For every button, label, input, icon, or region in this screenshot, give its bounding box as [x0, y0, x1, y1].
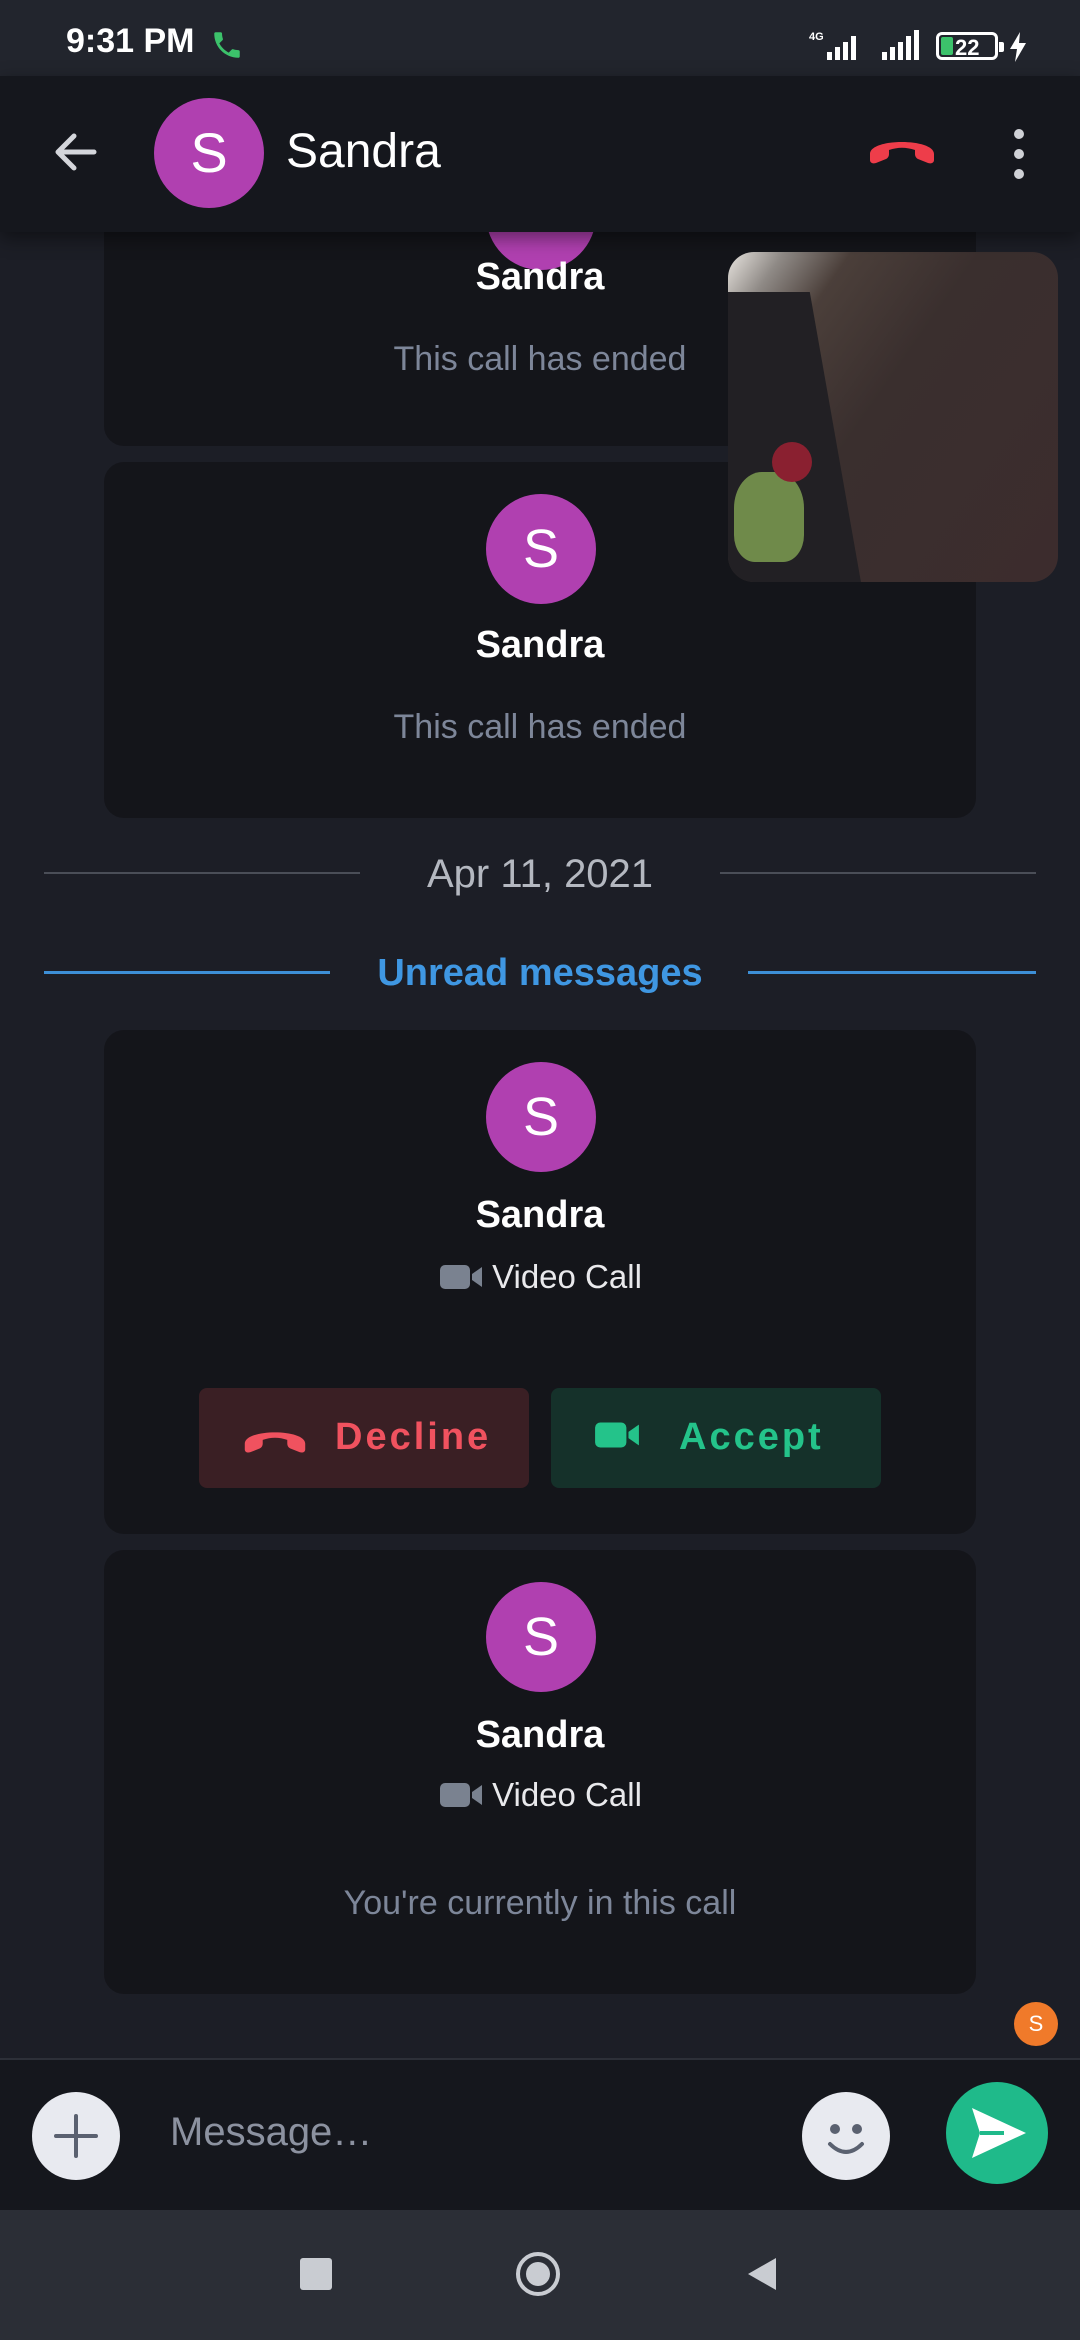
message-composer: Message… — [0, 2058, 1080, 2212]
call-type: Video Call — [104, 1258, 976, 1296]
charging-bolt-icon — [1010, 32, 1026, 62]
contact-name[interactable]: Sandra — [286, 124, 441, 179]
status-time: 9:31 PM — [66, 22, 195, 60]
accept-button[interactable]: Accept — [551, 1388, 881, 1488]
system-nav-bar — [0, 2210, 1080, 2340]
decline-button[interactable]: Decline — [199, 1388, 529, 1488]
status-bar: 9:31 PM 4G 22 — [0, 0, 1080, 76]
battery-icon: 22 — [936, 32, 1004, 60]
video-camera-icon — [440, 1783, 483, 1807]
call-type-label: Video Call — [492, 1776, 642, 1813]
read-receipt-avatar: S — [1014, 2002, 1058, 2046]
caller-name: Sandra — [475, 1714, 605, 1756]
chat-header: S Sandra — [0, 76, 1080, 232]
avatar[interactable]: S — [154, 98, 264, 208]
attach-button[interactable] — [32, 2092, 120, 2180]
emoji-icon — [828, 2124, 864, 2154]
date-divider: Apr 11, 2021 — [0, 848, 1080, 902]
avatar: S — [486, 1582, 596, 1692]
home-circle-icon[interactable] — [514, 2250, 562, 2298]
caller-name: Sandra — [475, 1194, 605, 1236]
phone-call-icon — [214, 32, 240, 58]
recents-square-icon[interactable] — [300, 2258, 332, 2290]
avatar: S — [486, 494, 596, 604]
more-vert-icon[interactable] — [1004, 126, 1034, 182]
back-arrow-icon[interactable] — [46, 122, 106, 182]
video-preview[interactable] — [728, 252, 1058, 582]
accept-label: Accept — [679, 1416, 824, 1458]
call-type: Video Call — [104, 1776, 976, 1814]
unread-divider: Unread messages — [0, 950, 1080, 1004]
current-call-card: S Sandra Video Call You're currently in … — [104, 1550, 976, 1994]
network-type-label: 4G — [809, 31, 824, 43]
battery-percent: 22 — [955, 35, 980, 60]
avatar: S — [486, 1062, 596, 1172]
video-camera-icon — [440, 1265, 483, 1289]
battery-fill — [941, 37, 953, 55]
send-button[interactable] — [946, 2082, 1048, 2184]
signal-icon — [882, 30, 919, 60]
call-status-text: This call has ended — [393, 708, 687, 746]
video-camera-icon — [595, 1422, 639, 1448]
message-input[interactable]: Message… — [170, 2110, 372, 2155]
call-type-label: Video Call — [492, 1258, 642, 1295]
signal-icon: 4G — [809, 31, 856, 60]
back-triangle-icon[interactable] — [742, 2254, 782, 2294]
call-status-text: You're currently in this call — [343, 1884, 737, 1922]
decline-label: Decline — [335, 1416, 492, 1458]
caller-name: Sandra — [475, 624, 605, 666]
hang-up-icon[interactable] — [866, 128, 938, 168]
plus-icon — [54, 2114, 98, 2158]
incoming-call-card: S Sandra Video Call Decline Accept — [104, 1030, 976, 1534]
date-label: Apr 11, 2021 — [426, 852, 654, 896]
hang-up-icon — [244, 1432, 306, 1453]
emoji-button[interactable] — [802, 2092, 890, 2180]
send-icon — [972, 2108, 1026, 2158]
